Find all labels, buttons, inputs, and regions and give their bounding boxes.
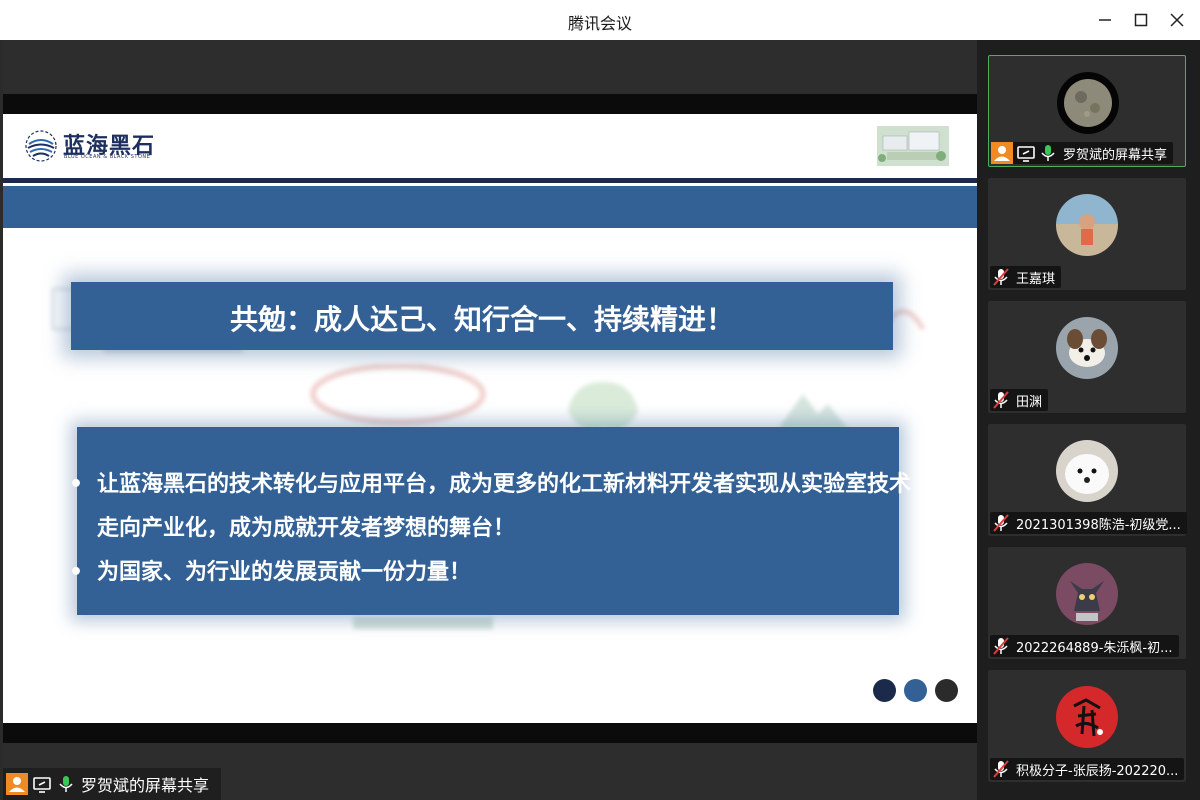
- motto-banner: 共勉：成人达己、知行合一、持续精进！: [71, 282, 893, 350]
- slide-dot-2: [904, 679, 927, 702]
- mic-muted-icon: [990, 635, 1012, 657]
- mic-muted-icon: [990, 512, 1012, 534]
- slide-dot-3: [935, 679, 958, 702]
- screen-share-icon: [1015, 142, 1037, 164]
- participant-name: 2021301398陈浩-初级党...: [1016, 517, 1181, 533]
- presentation-slide: 蓝海黑石 BLUE OCEAN & BLACK STONE 共勉：成人达己、知行…: [3, 114, 977, 723]
- participant-name: 王嘉琪: [1016, 271, 1056, 287]
- participant-name-bar: 王嘉琪: [990, 266, 1062, 288]
- bullet-item: • 为国家、为行业的发展贡献一份力量！: [69, 551, 917, 595]
- share-name-label: 罗贺斌的屏幕共享: [3, 768, 221, 800]
- participant-name: 田渊: [1016, 394, 1043, 410]
- participant-name-bar: 2022264889-朱泺枫-初...: [990, 635, 1179, 657]
- participant-tile[interactable]: 积极分子-张辰扬-202220...: [988, 670, 1186, 782]
- screen-share-view[interactable]: 蓝海黑石 BLUE OCEAN & BLACK STONE 共勉：成人达己、知行…: [3, 40, 977, 800]
- participant-panel[interactable]: 罗贺斌的屏幕共享 王嘉琪 田渊 2021301398陈浩-初级党... 2022…: [977, 40, 1200, 800]
- screen-share-icon: [31, 773, 53, 795]
- mic-muted-icon: [990, 266, 1012, 288]
- maximize-icon[interactable]: [1129, 8, 1153, 32]
- motto-text: 共勉：成人达己、知行合一、持续精进！: [229, 303, 734, 336]
- bullet-dot-icon: •: [69, 472, 84, 497]
- slide-dot-1: [873, 679, 896, 702]
- moon-avatar: [1057, 72, 1119, 134]
- participant-name-bar: 罗贺斌的屏幕共享: [991, 142, 1174, 164]
- white-dog-avatar: [1056, 440, 1118, 502]
- title-bar: 腾讯会议: [0, 0, 1200, 40]
- share-top-margin: [3, 40, 977, 94]
- minimize-icon[interactable]: [1093, 8, 1117, 32]
- participant-name-bar: 2021301398陈浩-初级党...: [990, 512, 1187, 534]
- participant-name: 罗贺斌的屏幕共享: [1063, 147, 1168, 163]
- header-band: [3, 186, 977, 228]
- participant-name: 2022264889-朱泺枫-初...: [1016, 640, 1173, 656]
- user-icon: [6, 773, 28, 795]
- window-title: 腾讯会议: [567, 14, 632, 33]
- participant-name-bar: 田渊: [990, 389, 1049, 411]
- letterbox-bottom: [3, 723, 977, 743]
- participant-tile[interactable]: 罗贺斌的屏幕共享: [988, 55, 1186, 167]
- red-seal-avatar: [1056, 686, 1118, 748]
- beach-person-avatar: [1056, 194, 1118, 256]
- participant-tile[interactable]: 王嘉琪: [988, 178, 1186, 290]
- cartoon-cat-avatar: [1056, 563, 1118, 625]
- share-label-text: 罗贺斌的屏幕共享: [81, 776, 210, 795]
- user-icon: [991, 142, 1013, 164]
- mic-icon: [1037, 142, 1059, 164]
- participant-tile[interactable]: 2021301398陈浩-初级党...: [988, 424, 1187, 536]
- factory-image: [877, 126, 949, 166]
- participant-name-bar: 积极分子-张辰扬-202220...: [990, 758, 1185, 780]
- logo-subtext: BLUE OCEAN & BLACK STONE: [64, 154, 151, 160]
- bullet-item: • 让蓝海黑石的技术转化与应用平台，成为更多的化工新材料开发者实现从实验室技术走…: [69, 463, 917, 551]
- participant-name: 积极分子-张辰扬-202220...: [1016, 763, 1179, 779]
- mic-muted-icon: [990, 758, 1012, 780]
- bullet-text: 为国家、为行业的发展贡献一份力量！: [97, 560, 472, 585]
- mic-icon: [55, 773, 77, 795]
- participant-tile[interactable]: 田渊: [988, 301, 1186, 413]
- bullet-dot-icon: •: [69, 560, 84, 585]
- letterbox-top: [3, 94, 977, 114]
- participant-tile[interactable]: 2022264889-朱泺枫-初...: [988, 547, 1186, 659]
- header-rule: [3, 178, 977, 183]
- mic-muted-icon: [990, 389, 1012, 411]
- close-icon[interactable]: [1165, 8, 1189, 32]
- dog-avatar: [1056, 317, 1118, 379]
- bullet-text: 让蓝海黑石的技术转化与应用平台，成为更多的化工新材料开发者实现从实验室技术走向产…: [97, 472, 912, 541]
